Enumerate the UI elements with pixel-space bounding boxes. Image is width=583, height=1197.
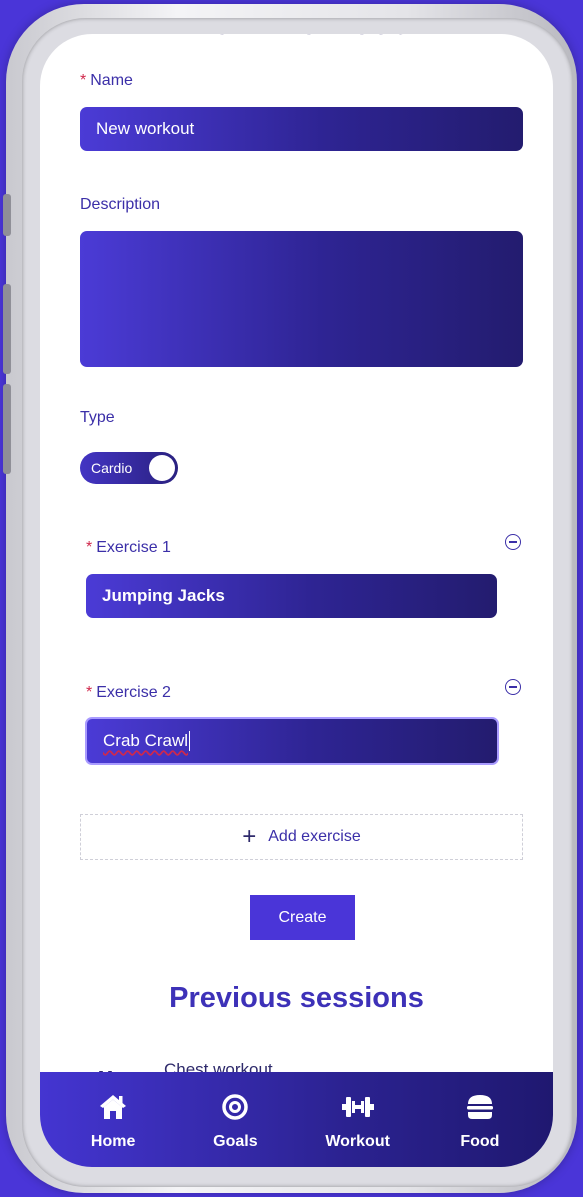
- add-exercise-button[interactable]: + Add exercise: [80, 814, 523, 860]
- exercise-2-value: Crab Crawl: [103, 731, 189, 750]
- required-marker: *: [86, 684, 93, 701]
- exercise-2-label: * Exercise 2: [86, 684, 171, 702]
- exercise-1-value: Jumping Jacks: [102, 586, 225, 605]
- nav-item-goals[interactable]: Goals: [185, 1072, 285, 1151]
- dumbbell-icon: [341, 1092, 375, 1122]
- phone-frame: New Workout *Name New workout Descriptio…: [3, 4, 577, 1193]
- app-screen: New Workout *Name New workout Descriptio…: [40, 34, 553, 1167]
- toggle-knob: [149, 455, 175, 481]
- nav-label-workout: Workout: [325, 1133, 390, 1150]
- type-toggle-text: Cardio: [91, 460, 133, 476]
- target-icon: [221, 1092, 249, 1122]
- name-input-value: New workout: [96, 119, 195, 138]
- remove-exercise-2-icon[interactable]: [505, 679, 521, 695]
- nav-label-goals: Goals: [213, 1133, 258, 1150]
- type-toggle[interactable]: Cardio: [80, 452, 178, 484]
- remove-exercise-1-icon[interactable]: [505, 534, 521, 550]
- type-label: Type: [80, 409, 115, 426]
- required-marker: *: [86, 539, 93, 556]
- exercise-1-label-text: Exercise 1: [96, 539, 171, 556]
- exercise-2-input[interactable]: Crab Crawl: [85, 717, 499, 765]
- exercise-1-label: * Exercise 1: [86, 539, 171, 557]
- phone-side-button-volume-down: [3, 384, 11, 474]
- phone-side-button-volume-up: [3, 284, 11, 374]
- previous-sessions-title: Previous sessions: [169, 982, 424, 1014]
- description-textarea[interactable]: [80, 231, 523, 367]
- exercise-1-input[interactable]: Jumping Jacks: [86, 574, 497, 618]
- name-label-text: Name: [90, 72, 133, 89]
- nav-item-workout[interactable]: Workout: [308, 1072, 408, 1151]
- nav-item-food[interactable]: Food: [430, 1072, 530, 1151]
- nav-item-home[interactable]: Home: [63, 1072, 163, 1151]
- add-exercise-label: Add exercise: [268, 828, 361, 845]
- home-icon: [98, 1092, 128, 1122]
- plus-icon: +: [242, 823, 257, 850]
- page-title: New Workout: [40, 34, 553, 43]
- burger-icon: [465, 1092, 495, 1122]
- exercise-2-label-text: Exercise 2: [96, 684, 171, 701]
- bottom-nav: Home Goals Workout Food: [40, 1072, 553, 1167]
- nav-label-home: Home: [90, 1133, 136, 1150]
- nav-label-food: Food: [460, 1133, 500, 1150]
- name-input[interactable]: New workout: [80, 107, 523, 151]
- phone-side-button-top: [3, 194, 11, 236]
- required-marker: *: [80, 72, 87, 89]
- text-cursor: [189, 731, 191, 751]
- create-button-label: Create: [278, 908, 327, 926]
- description-label: Description: [80, 196, 161, 213]
- name-label: * Name: [80, 72, 133, 90]
- create-button[interactable]: Create: [250, 895, 355, 940]
